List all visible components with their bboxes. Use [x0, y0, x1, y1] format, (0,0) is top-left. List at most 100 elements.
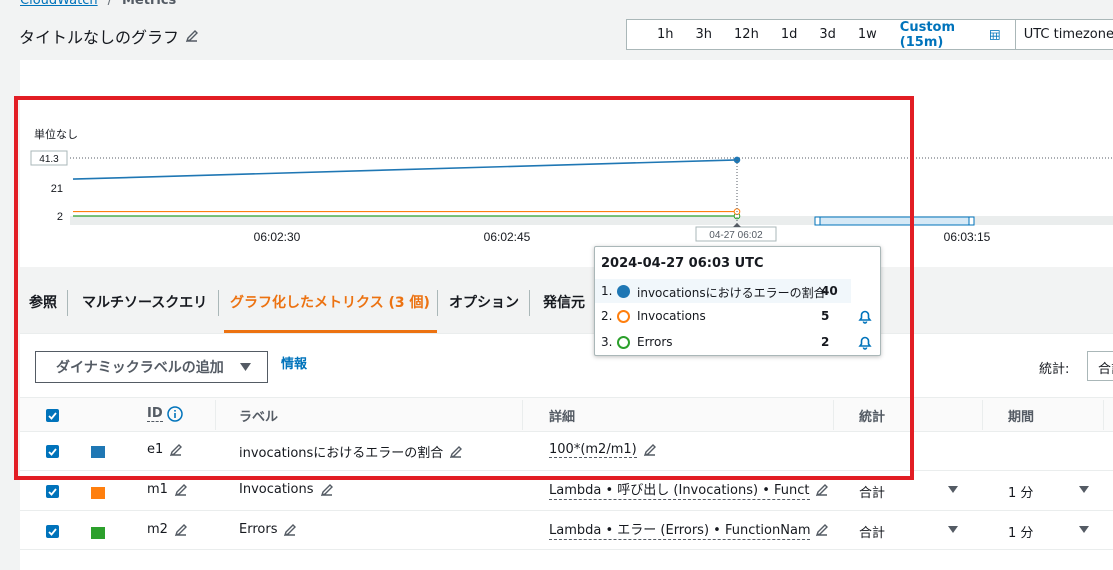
- x-tick-4: 06:03:15: [944, 230, 991, 244]
- row-label-cell: Invocations: [239, 482, 334, 497]
- series-color-swatch[interactable]: [91, 487, 105, 499]
- header-divider: [522, 400, 523, 430]
- zoom-brush: [817, 216, 975, 226]
- tab-divider: [529, 290, 530, 316]
- x-tick-2: 06:02:45: [484, 230, 531, 244]
- cloudwatch-metrics-page: CloudWatch / Metrics タイトルなしのグラフ 1h 3h 12…: [0, 0, 1113, 570]
- info-icon[interactable]: [166, 406, 183, 422]
- caret-down-icon: [239, 363, 251, 371]
- tab-browse[interactable]: 参照: [29, 292, 57, 312]
- edit-expression-icon[interactable]: [643, 443, 657, 457]
- tab-graphed-metrics[interactable]: グラフ化したメトリクス (3 個): [230, 292, 430, 312]
- alarm-bell-icon[interactable]: [857, 334, 873, 350]
- row-label-cell: invocationsにおけるエラーの割合: [239, 442, 463, 461]
- tab-divider: [67, 290, 68, 316]
- tooltip-series-name: Errors: [637, 335, 673, 349]
- tooltip-row[interactable]: 2. Invocations 5: [595, 304, 880, 328]
- statistic-value: 合計: [1098, 362, 1113, 377]
- row-divider: [20, 470, 1113, 471]
- row-checkbox[interactable]: [46, 525, 59, 538]
- header-divider: [1103, 400, 1104, 430]
- statistic-select[interactable]: 合計: [1087, 351, 1113, 381]
- edit-label-icon[interactable]: [320, 483, 334, 497]
- add-dynamic-label-button[interactable]: ダイナミックラベルの追加: [35, 351, 268, 383]
- header-period: 期間: [1008, 410, 1035, 425]
- metrics-line-chart[interactable]: 41.3 21 2 06:02:30 06:02:45 04-27 06:02 …: [0, 0, 1113, 270]
- row-detail-metric[interactable]: Lambda • 呼び出し (Invocations) • FunctionNa…: [549, 483, 810, 500]
- tab-divider: [218, 290, 219, 316]
- series-ring-icon: [617, 336, 630, 349]
- edit-metric-icon[interactable]: [815, 523, 829, 537]
- y-tick-21: 21: [51, 183, 63, 195]
- series-ring-icon: [617, 310, 630, 323]
- header-id[interactable]: ID: [147, 406, 183, 422]
- header-stat: 統計: [859, 410, 886, 425]
- header-divider: [982, 400, 983, 430]
- header-detail: 詳細: [549, 410, 576, 425]
- tab-options[interactable]: オプション: [449, 292, 519, 312]
- series-color-swatch[interactable]: [91, 527, 105, 539]
- row-label: invocationsにおけるエラーの割合: [239, 446, 444, 461]
- tab-source[interactable]: 発信元: [543, 292, 585, 312]
- series-color-swatch[interactable]: [91, 446, 105, 458]
- edit-id-icon[interactable]: [174, 483, 188, 497]
- zoom-brush-handle-left: [814, 216, 821, 226]
- series-layer: [72, 156, 741, 220]
- edit-id-icon[interactable]: [174, 523, 188, 537]
- header-id-text: ID: [147, 406, 163, 422]
- tooltip-row-index: 3.: [601, 335, 613, 349]
- header-label: ラベル: [239, 410, 279, 425]
- statistic-label: 統計:: [1039, 362, 1070, 377]
- edit-metric-icon[interactable]: [815, 483, 829, 497]
- row-stat[interactable]: 合計: [859, 522, 885, 541]
- row-detail-cell: 100*(m2/m1): [549, 442, 657, 458]
- tooltip-series-value: 5: [821, 309, 830, 323]
- header-divider: [215, 400, 216, 430]
- row-checkbox[interactable]: [46, 445, 59, 458]
- edit-id-icon[interactable]: [169, 443, 183, 457]
- tooltip-series-name: Invocations: [637, 309, 706, 323]
- row-id: e1: [147, 442, 164, 457]
- row-id-cell: m1: [147, 482, 188, 497]
- row-stat[interactable]: 合計: [859, 482, 885, 501]
- info-link[interactable]: 情報: [281, 353, 307, 372]
- stat-dropdown-icon[interactable]: [948, 526, 958, 533]
- tooltip-row[interactable]: 3. Errors 2: [595, 330, 880, 354]
- series-point[interactable]: [733, 156, 741, 164]
- series-line: [72, 159, 738, 180]
- tooltip-timestamp: 2024-04-27 06:03 UTC: [601, 256, 764, 271]
- y-tick-2: 2: [57, 211, 63, 223]
- stat-dropdown-icon[interactable]: [948, 486, 958, 493]
- row-period[interactable]: 1 分: [1008, 482, 1033, 501]
- row-period[interactable]: 1 分: [1008, 522, 1033, 541]
- row-id-cell: m2: [147, 522, 188, 537]
- row-label-cell: Errors: [239, 522, 297, 537]
- row-detail-metric[interactable]: Lambda • エラー (Errors) • FunctionName: [549, 523, 810, 540]
- row-label: Invocations: [239, 482, 314, 497]
- alarm-bell-icon[interactable]: [857, 308, 873, 324]
- select-all-checkbox[interactable]: [46, 409, 59, 422]
- period-dropdown-icon[interactable]: [1079, 526, 1089, 533]
- y-tick-41-3: 41.3: [39, 154, 59, 165]
- tab-divider: [437, 290, 438, 316]
- add-dynamic-label-text: ダイナミックラベルの追加: [56, 360, 224, 376]
- row-id: m1: [147, 482, 168, 497]
- tooltip-row-index: 1.: [601, 284, 613, 298]
- row-label: Errors: [239, 522, 278, 537]
- x-tick-1: 06:02:30: [254, 230, 301, 244]
- tab-multisource-query[interactable]: マルチソースクエリ: [82, 292, 207, 312]
- tooltip-series-value: 40: [821, 284, 838, 298]
- edit-label-icon[interactable]: [283, 523, 297, 537]
- row-detail-expression[interactable]: 100*(m2/m1): [549, 442, 637, 458]
- row-checkbox[interactable]: [46, 485, 59, 498]
- row-divider: [20, 549, 1113, 550]
- row-id-cell: e1: [147, 442, 183, 457]
- tooltip-series-name: invocationsにおけるエラーの割合: [637, 286, 826, 300]
- tooltip-row-index: 2.: [601, 309, 613, 323]
- series-dot-icon: [617, 285, 630, 298]
- tooltip-row[interactable]: 1. invocationsにおけるエラーの割合 40: [595, 279, 851, 303]
- row-divider: [20, 510, 1113, 511]
- x-tick-hover: 04-27 06:02: [709, 230, 763, 241]
- period-dropdown-icon[interactable]: [1079, 486, 1089, 493]
- edit-label-icon[interactable]: [449, 445, 463, 459]
